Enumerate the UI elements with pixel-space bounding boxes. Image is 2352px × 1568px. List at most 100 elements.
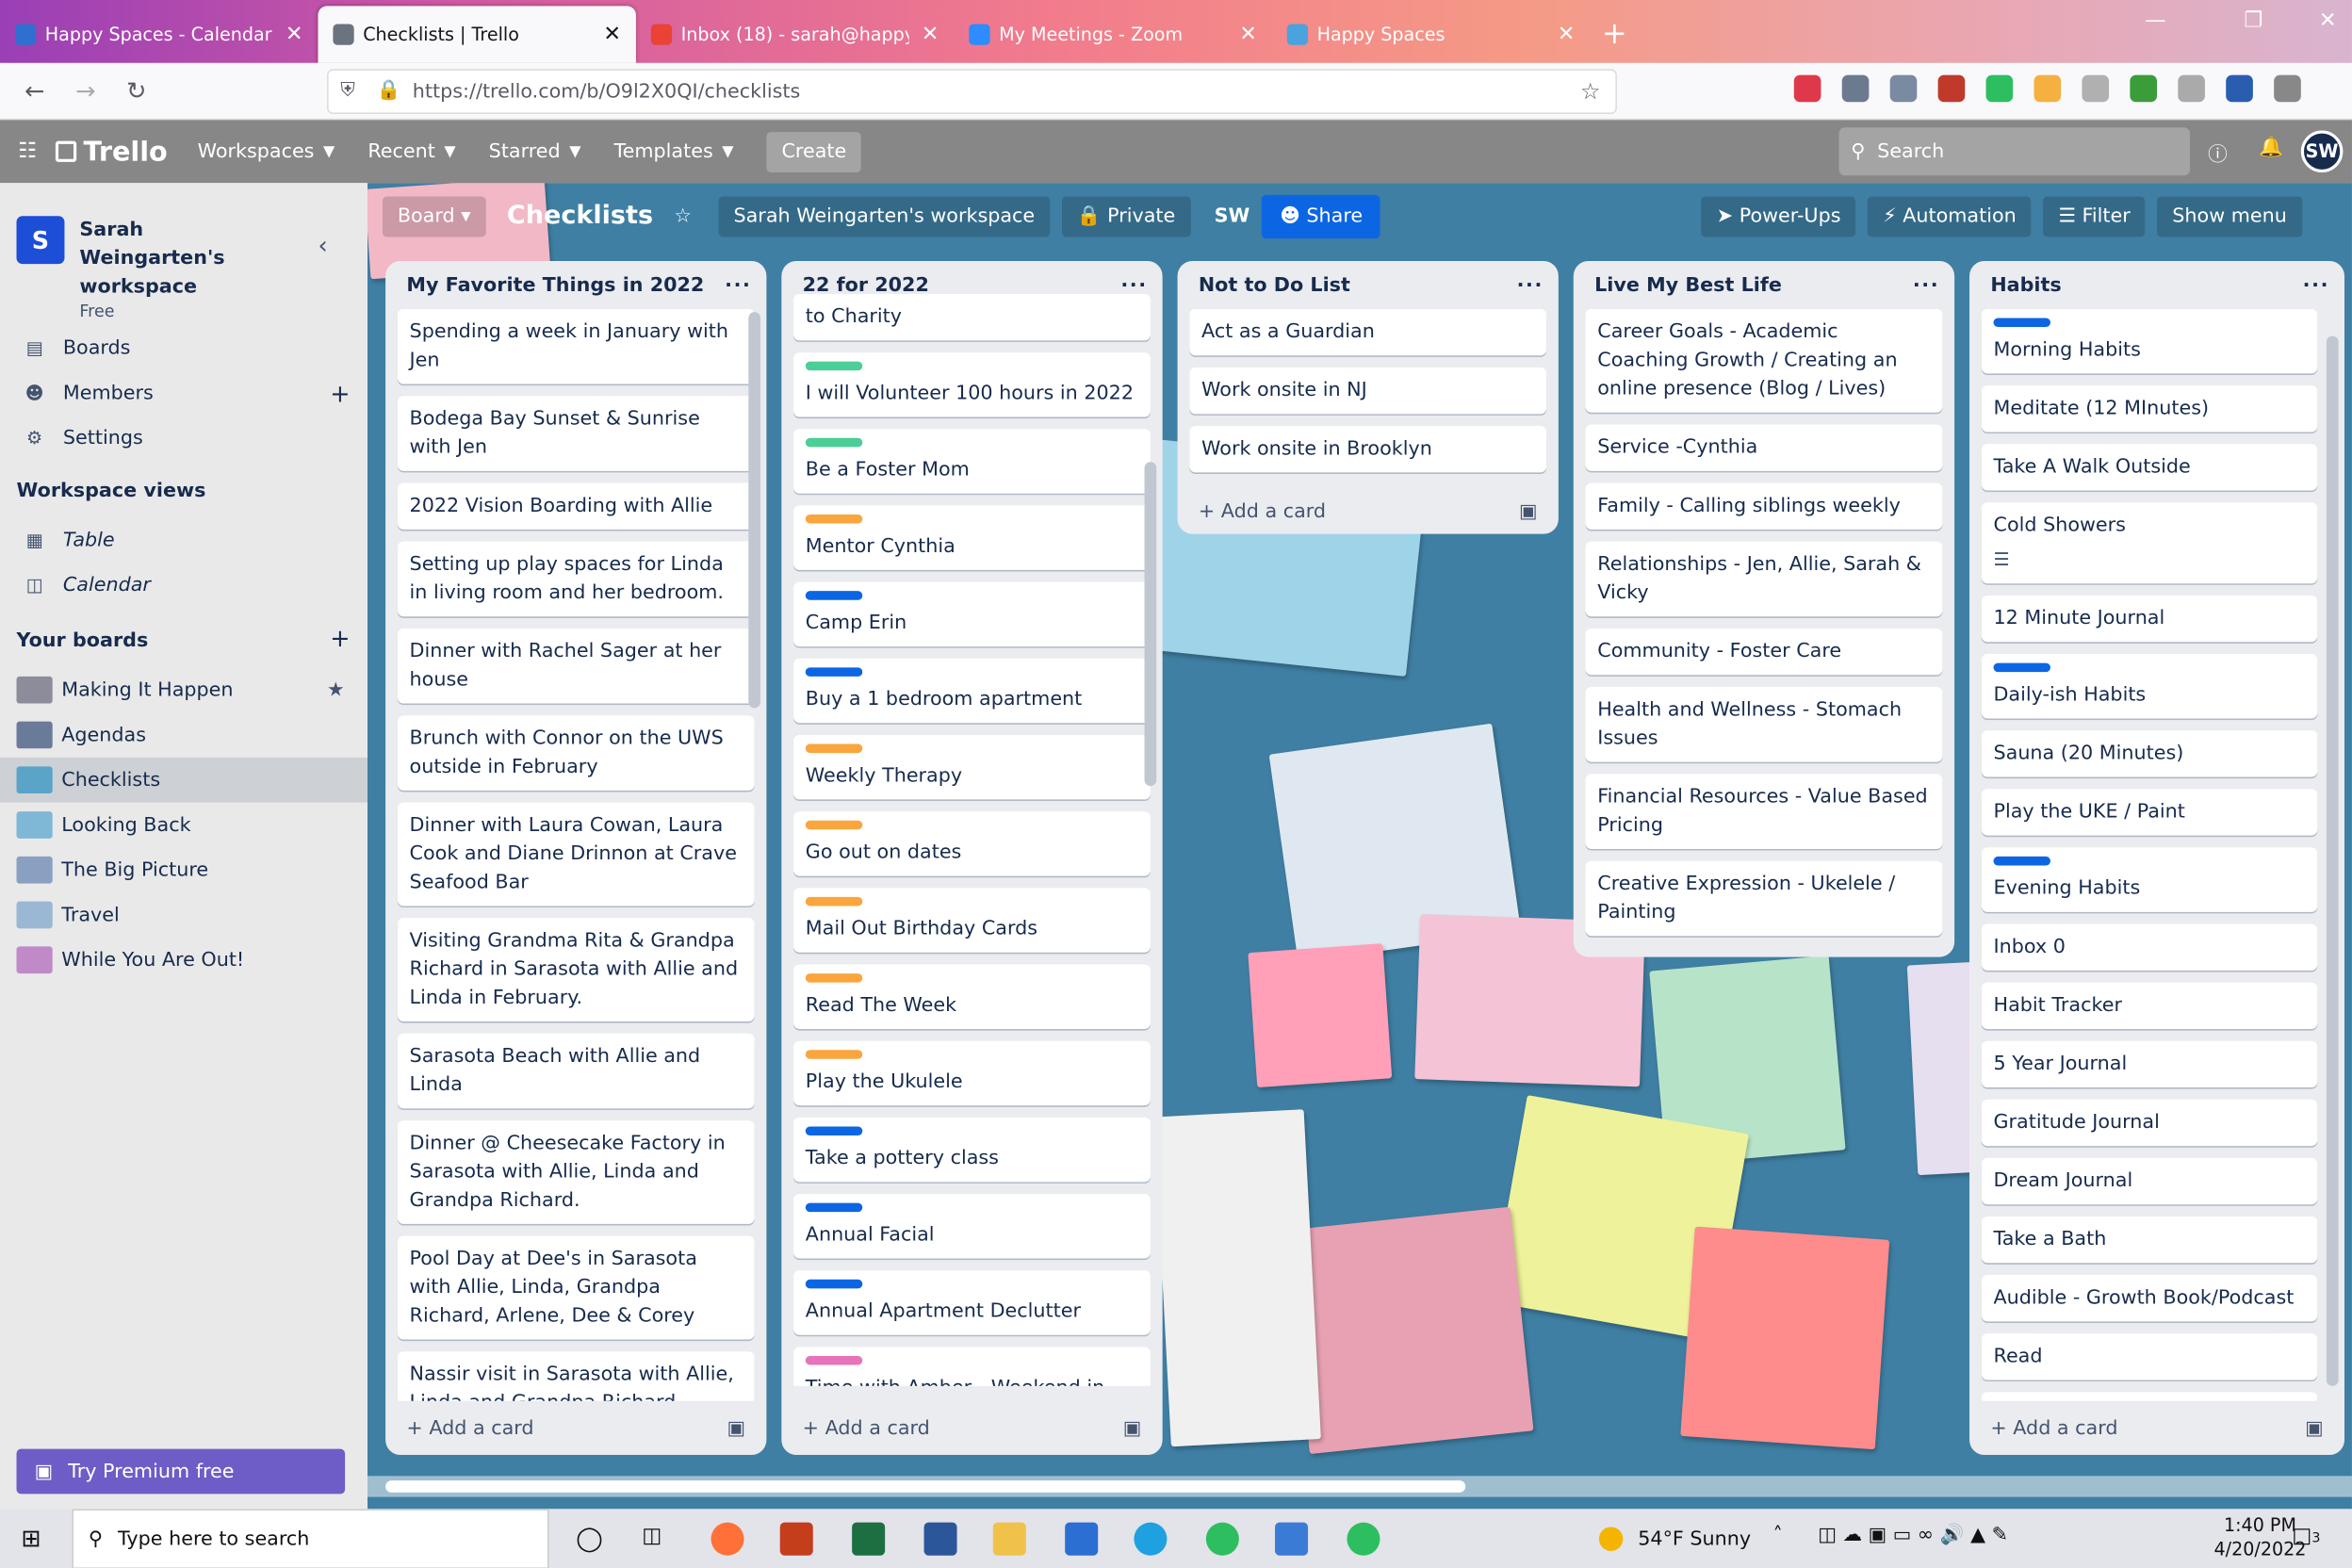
card[interactable]: Weekly Therapy [793, 734, 1151, 800]
card[interactable]: Health and Wellness - Stomach Issues [1585, 687, 1943, 762]
card[interactable]: Buy a 1 bedroom apartment [793, 658, 1151, 724]
close-tab-icon[interactable]: ✕ [922, 23, 939, 46]
template-icon[interactable]: ▣ [2305, 1416, 2324, 1439]
minimize-icon[interactable]: — [2145, 9, 2165, 33]
visibility-button[interactable]: 🔒 Private [1061, 195, 1191, 237]
list-scrollbar[interactable] [2326, 335, 2339, 1386]
automation-button[interactable]: ⚡ Automation [1868, 195, 2032, 237]
card[interactable]: Act as a Guardian [1189, 308, 1547, 356]
card[interactable]: Daily-ish Habits [1981, 654, 2318, 719]
card[interactable]: Relationships - Jen, Allie, Sarah & Vick… [1585, 541, 1943, 617]
card[interactable]: Mail Out Birthday Cards [793, 888, 1151, 953]
evernote-icon[interactable] [1985, 74, 2014, 103]
sidebar-board-item[interactable]: The Big Picture [0, 847, 368, 892]
add-board-icon[interactable]: + [330, 624, 350, 652]
list-menu-icon[interactable]: ··· [2303, 274, 2329, 297]
notification-center-icon[interactable]: □3 [2292, 1524, 2320, 1547]
card[interactable]: Brunch with Connor on the UWS outside in… [397, 715, 755, 791]
browser-tab[interactable]: My Meetings - Zoom ✕ [954, 6, 1271, 62]
sidebar-board-item[interactable]: Travel [0, 892, 368, 938]
template-icon[interactable]: ▣ [1519, 500, 1538, 523]
sidebar-board-item[interactable]: Checklists [0, 757, 368, 803]
trello-logo[interactable]: Trello [55, 136, 168, 167]
member-avatar[interactable]: SW [1215, 204, 1250, 227]
list-title[interactable]: 22 for 2022 [803, 274, 929, 297]
create-button[interactable]: Create [766, 131, 862, 172]
sidebar-item-members[interactable]: ☻ Members + [0, 370, 368, 416]
card[interactable]: Annual Apartment Declutter [793, 1270, 1151, 1335]
list-menu-icon[interactable]: ··· [1120, 274, 1147, 297]
template-icon[interactable]: ▣ [727, 1416, 746, 1439]
powerpoint-icon[interactable] [779, 1522, 813, 1556]
card[interactable]: Pool Day at Dee's in Sarasota with Allie… [397, 1235, 755, 1340]
search-input[interactable]: ⚲ Search [1838, 127, 2191, 176]
excel-icon[interactable] [852, 1522, 886, 1556]
store-icon[interactable] [1065, 1522, 1099, 1556]
extension-s-icon[interactable] [2178, 74, 2205, 103]
card[interactable]: Take a Bath [1981, 1216, 2318, 1264]
card[interactable]: Audible - Growth Book/Podcast [1981, 1275, 2318, 1322]
list-menu-icon[interactable]: ··· [725, 274, 751, 297]
workspace-button[interactable]: Sarah Weingarten's workspace [718, 195, 1051, 237]
card[interactable]: Be a Foster Mom [793, 429, 1151, 494]
browser-tab[interactable]: Happy Spaces ✕ [1272, 6, 1590, 62]
card[interactable]: Time with Amber - Weekend in April [793, 1347, 1151, 1386]
evernote-icon[interactable] [1205, 1522, 1239, 1556]
list-menu-icon[interactable]: ··· [1517, 274, 1544, 297]
extension-puzzle-icon[interactable] [2226, 74, 2253, 103]
tray-icons[interactable]: ◫ ☁ ▣ ▭ ∞ 🔊 ▲ ✎ [1818, 1524, 2008, 1546]
star-icon[interactable]: ★ [327, 678, 345, 701]
list-title[interactable]: Habits [1990, 274, 2061, 297]
extension-leaf-icon[interactable] [2130, 74, 2158, 103]
card[interactable]: Nassir visit in Sarasota with Allie, Lin… [397, 1351, 755, 1401]
sidebar-item-settings[interactable]: ⚙ Settings [0, 416, 368, 461]
list-scrollbar[interactable] [748, 312, 761, 709]
browser-tab[interactable]: Happy Spaces - Calendar - Wee ✕ [0, 6, 318, 62]
card[interactable]: 12 Minute Journal [1981, 595, 2318, 643]
evernote-icon[interactable] [1347, 1522, 1380, 1556]
nav-recent[interactable]: Recent ▼ [368, 140, 455, 163]
close-tab-icon[interactable]: ✕ [603, 23, 621, 46]
list-title[interactable]: My Favorite Things in 2022 [406, 274, 704, 297]
card[interactable]: Play the Ukulele [793, 1040, 1151, 1106]
menu-icon[interactable] [2274, 74, 2301, 103]
card[interactable]: Cold Showers ☰ [1981, 502, 2318, 584]
list-title[interactable]: Live My Best Life [1594, 274, 1782, 297]
apps-grid-icon[interactable]: ☷ [18, 139, 37, 163]
card[interactable]: Play the UKE / Paint [1981, 789, 2318, 836]
card[interactable]: Dream Journal [1981, 1157, 2318, 1205]
board-horizontal-scrollbar[interactable] [367, 1476, 2352, 1497]
file-explorer-icon[interactable] [992, 1522, 1026, 1556]
card[interactable]: Weekly Habits [1981, 1392, 2318, 1401]
card[interactable]: I will Volunteer 100 hours in 2022 [793, 352, 1151, 417]
sidebar-item-boards[interactable]: ▤ Boards [0, 325, 368, 370]
close-window-icon[interactable]: ✕ [2319, 9, 2337, 33]
edge-icon[interactable] [1134, 1522, 1168, 1556]
add-card-button[interactable]: + Add a card ▣ [1969, 1401, 2344, 1455]
collapse-sidebar-icon[interactable]: ‹ [318, 231, 327, 259]
card[interactable]: Read [1981, 1333, 2318, 1380]
share-button[interactable]: ☻ Share [1262, 194, 1381, 238]
list-scrollbar[interactable] [1144, 462, 1157, 787]
browser-tab[interactable]: Checklists | Trello ✕ [318, 6, 636, 63]
card[interactable]: Gratitude Journal [1981, 1099, 2318, 1147]
board-view-switcher[interactable]: Board ▾ [382, 195, 486, 237]
card[interactable]: Go out on dates [793, 811, 1151, 876]
close-tab-icon[interactable]: ✕ [1558, 23, 1576, 46]
download-icon[interactable] [1841, 74, 1870, 103]
card[interactable]: Take A Walk Outside [1981, 444, 2318, 491]
sidebar-item-calendar[interactable]: ◫ Calendar [0, 563, 368, 608]
card[interactable]: Evening Habits [1981, 847, 2318, 912]
card[interactable]: Mentor Cynthia [793, 505, 1151, 570]
card[interactable]: Dinner @ Cheesecake Factory in Sarasota … [397, 1120, 755, 1224]
word-icon[interactable] [923, 1522, 957, 1556]
card[interactable]: 5 Year Journal [1981, 1040, 2318, 1088]
close-tab-icon[interactable]: ✕ [1239, 23, 1257, 46]
card[interactable]: Work onsite in NJ [1189, 367, 1547, 415]
scrollbar-thumb[interactable] [385, 1480, 1466, 1493]
cortana-icon[interactable]: ◯ [576, 1524, 603, 1552]
add-card-button[interactable]: + Add a card ▣ [385, 1401, 766, 1455]
star-icon[interactable]: ☆ [674, 204, 692, 227]
task-view-icon[interactable]: ◫ [642, 1524, 662, 1547]
address-bar[interactable]: ⛨ 🔒 https:// trello.com/b/O9l2X0QI/check… [327, 69, 1617, 114]
